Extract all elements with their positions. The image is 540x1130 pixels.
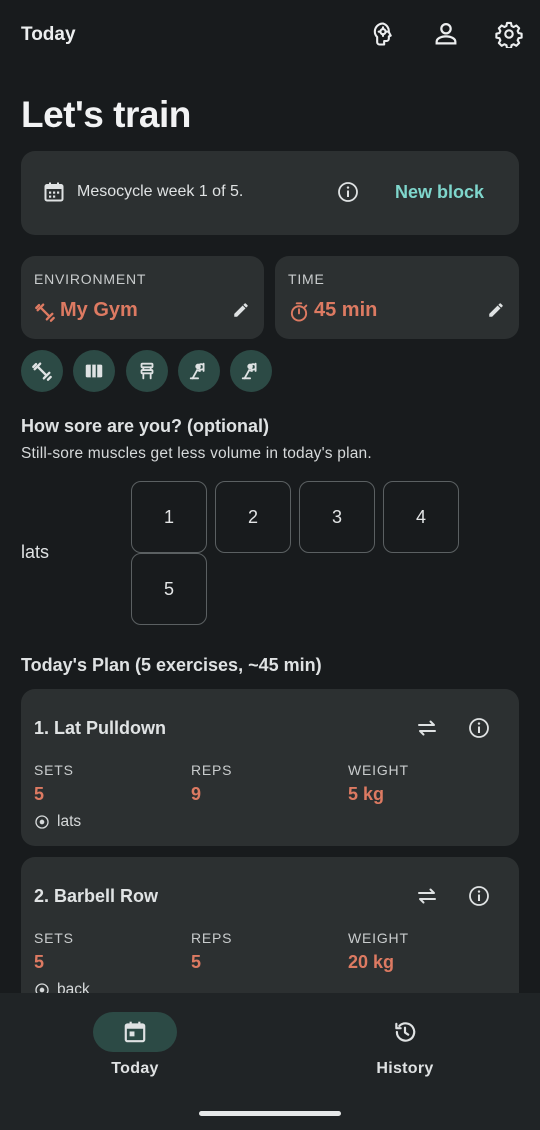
page-headline: Let's train	[21, 94, 191, 135]
swap-icon[interactable]	[415, 884, 439, 908]
target-icon	[35, 815, 49, 829]
cable-machine-icon[interactable]	[230, 350, 272, 392]
sets-label: SETS	[34, 762, 74, 778]
soreness-subtitle: Still-sore muscles get less volume in to…	[21, 445, 372, 462]
time-label: TIME	[288, 271, 325, 287]
plan-title: Today's Plan (5 exercises, ~45 min)	[21, 655, 322, 675]
dumbbell-icon[interactable]	[21, 350, 63, 392]
soreness-option-4[interactable]: 4	[383, 481, 459, 553]
swap-icon[interactable]	[415, 716, 439, 740]
timer-icon	[290, 302, 308, 322]
new-block-button[interactable]: New block	[395, 182, 484, 203]
calendar-icon	[44, 182, 64, 202]
time-card[interactable]: TIME 45 min	[275, 256, 519, 339]
app-bar-title: Today	[21, 24, 76, 45]
info-icon[interactable]	[467, 716, 491, 740]
weight-label: WEIGHT	[348, 762, 409, 778]
reps-label: REPS	[191, 762, 233, 778]
nav-indicator	[363, 1012, 447, 1052]
exercise-name: 2. Barbell Row	[34, 886, 159, 906]
nav-item-history[interactable]: History	[345, 1012, 465, 1092]
nav-item-today[interactable]: Today	[75, 1012, 195, 1092]
info-icon[interactable]	[336, 180, 360, 204]
sets-column: SETS 5	[34, 930, 74, 973]
soreness-title: How sore are you? (optional)	[21, 416, 270, 436]
weight-value: 5 kg	[348, 784, 385, 804]
soreness-muscle-label: lats	[21, 542, 50, 562]
top-app-bar: Today	[0, 0, 540, 70]
bench-icon[interactable]	[126, 350, 168, 392]
nav-label-history: History	[376, 1060, 434, 1077]
dumbbell-icon	[35, 303, 55, 322]
settings-gear-icon[interactable]	[494, 19, 524, 49]
history-icon	[395, 1022, 416, 1042]
mesocycle-text: Mesocycle week 1 of 5.	[77, 183, 244, 200]
sets-value: 5	[34, 952, 45, 972]
calendar-icon	[124, 1021, 146, 1043]
bottom-navigation: Today History	[0, 993, 540, 1130]
cable-machine-icon[interactable]	[178, 350, 220, 392]
edit-pencil-icon[interactable]	[487, 301, 505, 319]
soreness-option-1[interactable]: 1	[131, 481, 207, 553]
info-icon[interactable]	[467, 884, 491, 908]
edit-pencil-icon[interactable]	[232, 301, 250, 319]
soreness-option-5[interactable]: 5	[131, 553, 207, 625]
reps-column: REPS 9	[191, 762, 232, 805]
reps-value: 5	[191, 952, 202, 972]
soreness-option-3[interactable]: 3	[299, 481, 375, 553]
weight-value: 20 kg	[348, 952, 395, 972]
sets-value: 5	[34, 784, 45, 804]
target-muscle-label: lats	[57, 813, 82, 830]
weight-column: WEIGHT 5 kg	[348, 762, 409, 805]
environment-label: ENVIRONMENT	[34, 271, 147, 287]
weight-column: WEIGHT 20 kg	[348, 930, 409, 973]
reps-value: 9	[191, 784, 202, 804]
environment-value: My Gym	[60, 299, 138, 321]
nav-label-today: Today	[111, 1060, 159, 1077]
reps-column: REPS 5	[191, 930, 232, 973]
sets-label: SETS	[34, 930, 74, 946]
time-value: 45 min	[314, 299, 378, 321]
exercise-name: 1. Lat Pulldown	[34, 718, 167, 738]
environment-card[interactable]: ENVIRONMENT My Gym	[21, 256, 264, 339]
soreness-option-2[interactable]: 2	[215, 481, 291, 553]
exercise-card[interactable]: 1. Lat Pulldown SETS 5 REPS 9 WEIGHT 5 k…	[21, 689, 519, 846]
home-indicator[interactable]	[199, 1111, 341, 1116]
mesocycle-card: Mesocycle week 1 of 5. New block	[21, 151, 519, 235]
barbell-rack-icon[interactable]	[73, 350, 115, 392]
target-muscle: lats	[34, 813, 81, 831]
brain-icon[interactable]	[368, 19, 398, 49]
reps-label: REPS	[191, 930, 233, 946]
nav-indicator	[93, 1012, 177, 1052]
exercise-card[interactable]: 2. Barbell Row SETS 5 REPS 5 WEIGHT 20 k…	[21, 857, 519, 1014]
weight-label: WEIGHT	[348, 930, 409, 946]
sets-column: SETS 5	[34, 762, 74, 805]
person-icon[interactable]	[431, 19, 461, 49]
